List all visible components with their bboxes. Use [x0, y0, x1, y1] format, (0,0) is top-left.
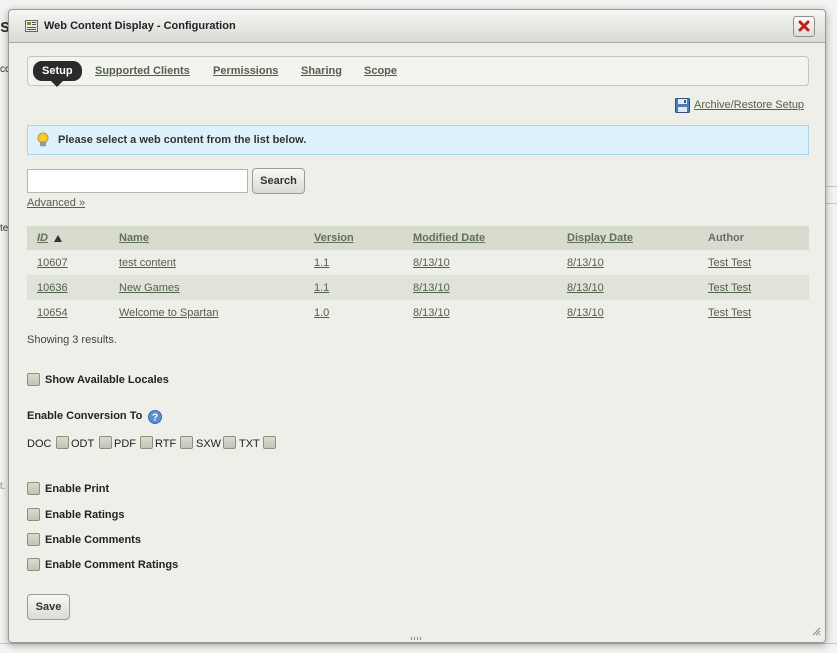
tab-setup[interactable]: Setup	[33, 61, 82, 87]
enable-comments-label: Enable Comments	[45, 534, 141, 546]
sort-ascending-icon	[54, 235, 62, 242]
cell-name[interactable]: New Games	[119, 282, 180, 294]
format-rtf-label: RTF	[155, 438, 177, 450]
info-text: Please select a web content from the lis…	[58, 134, 307, 146]
tab-sharing[interactable]: Sharing	[301, 65, 342, 77]
format-odt-label: ODT	[71, 438, 95, 450]
cell-author[interactable]: Test Test	[708, 282, 751, 294]
enable-ratings-checkbox[interactable]	[27, 508, 40, 521]
format-sxw-checkbox[interactable]	[223, 436, 236, 449]
enable-ratings-label: Enable Ratings	[45, 509, 125, 521]
cell-name[interactable]: test content	[119, 257, 176, 269]
dialog-title: Web Content Display - Configuration	[44, 20, 236, 32]
cell-version[interactable]: 1.1	[314, 282, 329, 294]
advanced-search-link[interactable]: Advanced »	[27, 197, 85, 209]
format-rtf-checkbox[interactable]	[180, 436, 193, 449]
background-divider	[826, 203, 837, 204]
format-sxw-label: SXW	[196, 438, 222, 450]
cell-author[interactable]: Test Test	[708, 257, 751, 269]
table-header: ID Name Version Modified Date Display Da…	[27, 226, 809, 250]
enable-print-checkbox[interactable]	[27, 482, 40, 495]
format-pdf-checkbox[interactable]	[140, 436, 153, 449]
tab-scope[interactable]: Scope	[364, 65, 397, 77]
enable-comment-ratings-label: Enable Comment Ratings	[45, 559, 179, 571]
column-header-author: Author	[708, 232, 745, 244]
table-row: 10607 test content 1.1 8/13/10 8/13/10 T…	[27, 250, 809, 275]
close-icon	[798, 20, 810, 32]
table-row: 10654 Welcome to Spartan 1.0 8/13/10 8/1…	[27, 300, 809, 325]
resize-grip-bottom[interactable]	[411, 637, 423, 640]
info-message: Please select a web content from the lis…	[27, 125, 809, 155]
column-header-id[interactable]: ID	[37, 232, 48, 244]
close-button[interactable]	[793, 16, 815, 37]
format-doc-label: DOC	[27, 438, 52, 450]
cell-display-date[interactable]: 8/13/10	[567, 257, 604, 269]
conversion-title: Enable Conversion To	[27, 410, 143, 422]
background-fragment: t.	[0, 481, 6, 492]
resize-corner-icon[interactable]	[811, 626, 821, 636]
web-content-table: ID Name Version Modified Date Display Da…	[27, 226, 809, 325]
background-divider	[826, 186, 837, 187]
cell-display-date[interactable]: 8/13/10	[567, 307, 604, 319]
show-locales-label: Show Available Locales	[45, 374, 169, 386]
dialog-titlebar[interactable]: Web Content Display - Configuration	[9, 10, 825, 43]
column-header-name[interactable]: Name	[119, 232, 149, 244]
search-input[interactable]	[27, 169, 248, 193]
tab-supported-clients[interactable]: Supported Clients	[95, 65, 190, 77]
results-count: Showing 3 results.	[27, 334, 117, 346]
enable-comments-checkbox[interactable]	[27, 533, 40, 546]
column-header-display-date[interactable]: Display Date	[567, 232, 633, 244]
enable-print-label: Enable Print	[45, 483, 110, 495]
cell-version[interactable]: 1.1	[314, 257, 329, 269]
tab-bar: Setup Supported Clients Permissions Shar…	[27, 56, 809, 87]
cell-id[interactable]: 10607	[37, 257, 68, 269]
background-divider	[0, 643, 837, 644]
portlet-icon	[25, 20, 38, 32]
enable-comment-ratings-checkbox[interactable]	[27, 558, 40, 571]
column-header-modified-date[interactable]: Modified Date	[413, 232, 485, 244]
svg-text:?: ?	[152, 413, 158, 424]
cell-id[interactable]: 10636	[37, 282, 68, 294]
table-row: 10636 New Games 1.1 8/13/10 8/13/10 Test…	[27, 275, 809, 300]
archive-restore-label: Archive/Restore Setup	[694, 99, 805, 111]
tab-permissions[interactable]: Permissions	[213, 65, 278, 77]
lightbulb-icon	[37, 132, 49, 147]
floppy-disk-icon	[675, 98, 690, 113]
cell-version[interactable]: 1.0	[314, 307, 329, 319]
format-pdf-label: PDF	[114, 438, 136, 450]
cell-id[interactable]: 10654	[37, 307, 68, 319]
cell-modified-date[interactable]: 8/13/10	[413, 257, 450, 269]
format-txt-label: TXT	[239, 438, 260, 450]
cell-name[interactable]: Welcome to Spartan	[119, 307, 218, 319]
format-odt-checkbox[interactable]	[99, 436, 112, 449]
save-button[interactable]: Save	[27, 594, 70, 620]
cell-author[interactable]: Test Test	[708, 307, 751, 319]
format-txt-checkbox[interactable]	[263, 436, 276, 449]
configuration-dialog: Web Content Display - Configuration Setu…	[8, 9, 826, 643]
cell-modified-date[interactable]: 8/13/10	[413, 282, 450, 294]
cell-modified-date[interactable]: 8/13/10	[413, 307, 450, 319]
cell-display-date[interactable]: 8/13/10	[567, 282, 604, 294]
help-icon[interactable]: ?	[148, 410, 162, 424]
column-header-version[interactable]: Version	[314, 232, 354, 244]
format-doc-checkbox[interactable]	[56, 436, 69, 449]
show-locales-checkbox[interactable]	[27, 373, 40, 386]
search-button[interactable]: Search	[252, 168, 305, 194]
